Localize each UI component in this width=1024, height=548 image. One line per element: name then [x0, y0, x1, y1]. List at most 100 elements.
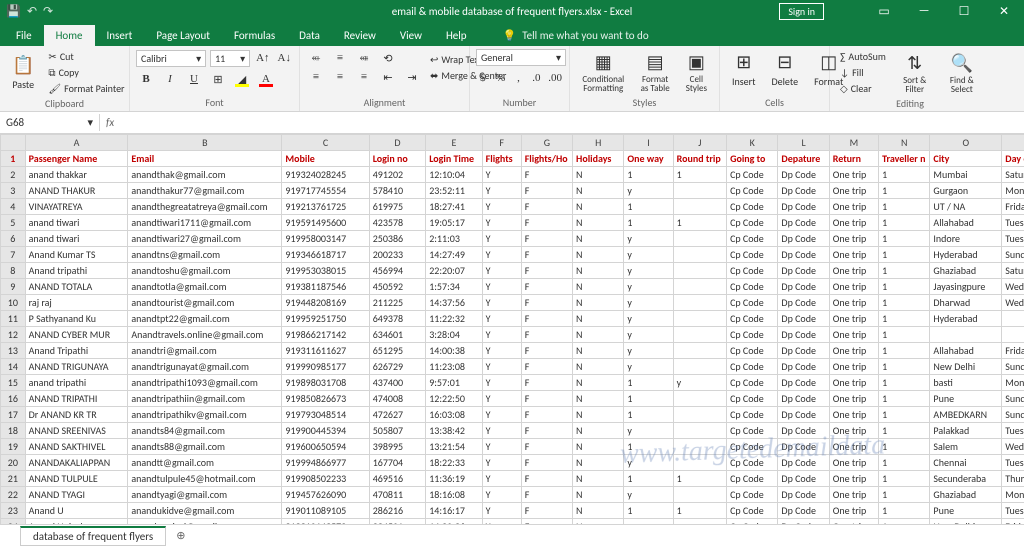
- borders-icon[interactable]: ⊞: [208, 70, 228, 88]
- data-cell[interactable]: Dp Code: [778, 263, 829, 279]
- data-cell[interactable]: One trip: [829, 391, 878, 407]
- data-cell[interactable]: F: [521, 167, 572, 183]
- new-sheet-button[interactable]: ⊕: [170, 527, 191, 544]
- data-cell[interactable]: Y: [482, 423, 521, 439]
- data-cell[interactable]: N: [573, 455, 624, 471]
- data-cell[interactable]: 437400: [369, 375, 425, 391]
- data-cell[interactable]: UT / NA: [930, 199, 1002, 215]
- data-cell[interactable]: Cp Code: [727, 247, 778, 263]
- data-cell[interactable]: N: [573, 503, 624, 519]
- data-cell[interactable]: F: [521, 279, 572, 295]
- data-cell[interactable]: Anand Kumar TS: [25, 247, 128, 263]
- row-header[interactable]: 24: [1, 519, 26, 525]
- data-cell[interactable]: 469516: [369, 471, 425, 487]
- data-cell[interactable]: 651295: [369, 343, 425, 359]
- data-cell[interactable]: One trip: [829, 327, 878, 343]
- italic-button[interactable]: I: [160, 70, 180, 88]
- column-header-P[interactable]: P: [1002, 135, 1024, 151]
- data-cell[interactable]: ANAND THAKUR: [25, 183, 128, 199]
- data-cell[interactable]: Wednesda: [1002, 279, 1024, 295]
- data-cell[interactable]: Dp Code: [778, 215, 829, 231]
- header-cell[interactable]: Login no: [369, 151, 425, 167]
- maximize-icon[interactable]: ☐: [944, 0, 984, 22]
- data-cell[interactable]: Gurgaon: [930, 183, 1002, 199]
- redo-icon[interactable]: ↷: [43, 4, 53, 19]
- data-cell[interactable]: 919994866977: [282, 455, 369, 471]
- data-cell[interactable]: 919910149572: [282, 519, 369, 525]
- data-cell[interactable]: 1: [879, 391, 930, 407]
- data-cell[interactable]: Cp Code: [727, 231, 778, 247]
- data-cell[interactable]: Y: [482, 247, 521, 263]
- data-cell[interactable]: Palakkad: [930, 423, 1002, 439]
- data-cell[interactable]: 14:20:36: [426, 519, 482, 525]
- formula-input[interactable]: [120, 121, 1024, 125]
- data-cell[interactable]: Indore: [930, 231, 1002, 247]
- data-cell[interactable]: Cp Code: [727, 503, 778, 519]
- sort-filter-button[interactable]: ⇅Sort & Filter: [894, 50, 936, 96]
- data-cell[interactable]: New Delhi: [930, 359, 1002, 375]
- data-cell[interactable]: [673, 343, 726, 359]
- data-cell[interactable]: Y: [482, 487, 521, 503]
- row-header[interactable]: 1: [1, 151, 26, 167]
- data-cell[interactable]: ANAND TRIGUNAYA: [25, 359, 128, 375]
- data-cell[interactable]: Ghaziabad: [930, 263, 1002, 279]
- data-cell[interactable]: 1: [879, 199, 930, 215]
- data-cell[interactable]: anandts84@gmail.com: [128, 423, 282, 439]
- data-cell[interactable]: 919448208169: [282, 295, 369, 311]
- data-cell[interactable]: y: [624, 183, 673, 199]
- copy-button[interactable]: ⧉Copy: [44, 65, 128, 80]
- data-cell[interactable]: Wednesda: [1002, 439, 1024, 455]
- data-cell[interactable]: Sunday: [1002, 407, 1024, 423]
- data-cell[interactable]: One trip: [829, 279, 878, 295]
- data-cell[interactable]: 919958003147: [282, 231, 369, 247]
- data-cell[interactable]: 470811: [369, 487, 425, 503]
- data-cell[interactable]: One trip: [829, 455, 878, 471]
- data-cell[interactable]: Y: [482, 183, 521, 199]
- data-cell[interactable]: Mumbai: [930, 167, 1002, 183]
- column-header-N[interactable]: N: [879, 135, 930, 151]
- data-cell[interactable]: Cp Code: [727, 183, 778, 199]
- data-cell[interactable]: Y: [482, 167, 521, 183]
- data-cell[interactable]: 1: [879, 167, 930, 183]
- data-cell[interactable]: 578410: [369, 183, 425, 199]
- data-cell[interactable]: 919717745554: [282, 183, 369, 199]
- data-cell[interactable]: Cp Code: [727, 471, 778, 487]
- data-cell[interactable]: ANAND SREENIVAS: [25, 423, 128, 439]
- align-right-icon[interactable]: ≡: [354, 68, 374, 86]
- data-cell[interactable]: anandtyagi@gmail.com: [128, 487, 282, 503]
- data-cell[interactable]: 14:00:38: [426, 343, 482, 359]
- fx-icon[interactable]: fx: [100, 114, 120, 131]
- data-cell[interactable]: y: [624, 519, 673, 525]
- data-cell[interactable]: N: [573, 519, 624, 525]
- data-cell[interactable]: Cp Code: [727, 311, 778, 327]
- data-cell[interactable]: 472627: [369, 407, 425, 423]
- bold-button[interactable]: B: [136, 70, 156, 88]
- data-cell[interactable]: Dp Code: [778, 311, 829, 327]
- data-cell[interactable]: F: [521, 327, 572, 343]
- data-cell[interactable]: y: [673, 375, 726, 391]
- autosave-icon[interactable]: 💾: [6, 4, 21, 19]
- data-cell[interactable]: Sunday: [1002, 391, 1024, 407]
- data-cell[interactable]: F: [521, 423, 572, 439]
- row-header[interactable]: 14: [1, 359, 26, 375]
- data-cell[interactable]: [673, 407, 726, 423]
- tab-page-layout[interactable]: Page Layout: [144, 25, 222, 46]
- data-cell[interactable]: Y: [482, 231, 521, 247]
- row-header[interactable]: 19: [1, 439, 26, 455]
- data-cell[interactable]: Dp Code: [778, 487, 829, 503]
- data-cell[interactable]: Monday: [1002, 183, 1024, 199]
- data-cell[interactable]: Dp Code: [778, 439, 829, 455]
- find-select-button[interactable]: 🔍Find & Select: [940, 50, 984, 96]
- data-cell[interactable]: F: [521, 471, 572, 487]
- row-header[interactable]: 16: [1, 391, 26, 407]
- column-header-H[interactable]: H: [573, 135, 624, 151]
- data-cell[interactable]: Anand Uniyal: [25, 519, 128, 525]
- data-cell[interactable]: ANANDAKALIAPPAN: [25, 455, 128, 471]
- data-cell[interactable]: 1: [879, 471, 930, 487]
- data-cell[interactable]: 1: [879, 503, 930, 519]
- data-cell[interactable]: 13:38:42: [426, 423, 482, 439]
- data-cell[interactable]: Anandtravels.online@gmail.com: [128, 327, 282, 343]
- data-cell[interactable]: 16:03:08: [426, 407, 482, 423]
- data-cell[interactable]: 1: [624, 167, 673, 183]
- format-painter-button[interactable]: 🖌Format Painter: [44, 81, 128, 96]
